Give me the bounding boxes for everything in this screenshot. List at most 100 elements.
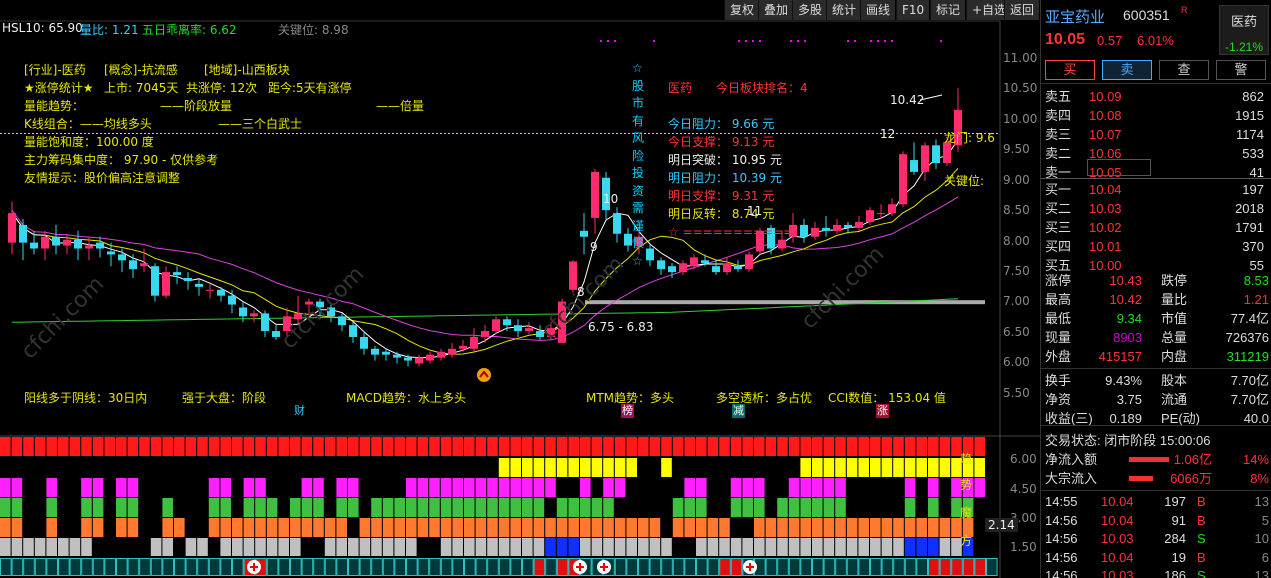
- candle-body[interactable]: [943, 142, 951, 163]
- candle-body[interactable]: [404, 357, 412, 361]
- restore-rights-button[interactable]: 复权: [724, 0, 760, 20]
- tick-row[interactable]: 14:55 10.04 197 B 13: [1041, 492, 1271, 511]
- candle-body[interactable]: [723, 263, 731, 273]
- candle-body[interactable]: [910, 160, 918, 172]
- back-button[interactable]: 返回: [1004, 0, 1040, 20]
- candle-body[interactable]: [701, 260, 709, 264]
- bid-level-row[interactable]: 买二 10.03 2018: [1041, 199, 1271, 218]
- candle-body[interactable]: [679, 263, 687, 273]
- candle-body[interactable]: [624, 233, 632, 246]
- candle-body[interactable]: [888, 204, 896, 214]
- rise-tag[interactable]: 涨: [876, 404, 889, 418]
- candle-body[interactable]: [646, 248, 654, 261]
- ask-level-row[interactable]: 卖五 10.09 862: [1041, 87, 1271, 106]
- candle-body[interactable]: [844, 224, 852, 228]
- candle-body[interactable]: [151, 266, 159, 296]
- candle-body[interactable]: [162, 272, 170, 296]
- query-button[interactable]: 查: [1159, 60, 1209, 80]
- reduce-tag[interactable]: 减: [732, 404, 745, 418]
- candle-body[interactable]: [360, 336, 368, 349]
- candle-body[interactable]: [74, 239, 82, 249]
- candle-body[interactable]: [800, 224, 808, 237]
- candle-body[interactable]: [932, 145, 940, 163]
- candle-body[interactable]: [921, 145, 929, 172]
- candle-body[interactable]: [349, 325, 357, 337]
- stat-row[interactable]: 外盘 415157 内盘 311219: [1041, 347, 1271, 366]
- candle-body[interactable]: [140, 263, 148, 267]
- stat-row[interactable]: 现量 8903 总量 726376: [1041, 328, 1271, 347]
- bid-level-row[interactable]: 买三 10.02 1791: [1041, 218, 1271, 237]
- candle-body[interactable]: [492, 319, 500, 332]
- candle-body[interactable]: [866, 210, 874, 222]
- f10-button[interactable]: F10: [896, 0, 930, 20]
- candle-body[interactable]: [19, 224, 27, 243]
- tick-row[interactable]: 14:56 10.03 186 S 13: [1041, 566, 1271, 578]
- buy-button[interactable]: 买: [1045, 60, 1095, 80]
- candle-body[interactable]: [63, 239, 71, 246]
- candle-body[interactable]: [459, 345, 467, 349]
- candle-body[interactable]: [41, 236, 49, 249]
- tick-row[interactable]: 14:56 10.04 91 B 5: [1041, 511, 1271, 530]
- buy-signal-badge[interactable]: [477, 368, 491, 382]
- finance-tag[interactable]: 财: [294, 404, 305, 418]
- candle-body[interactable]: [855, 221, 863, 228]
- kline-chart-pane[interactable]: cfchi.com cfchi.com cfchi.com cfchi.com 复权 …: [0, 0, 1040, 578]
- draw-line-button[interactable]: 画线: [860, 0, 896, 20]
- candle-body[interactable]: [228, 295, 236, 305]
- candle-body[interactable]: [382, 351, 390, 355]
- candle-body[interactable]: [822, 227, 830, 231]
- candle-body[interactable]: [96, 242, 104, 249]
- ask-level-row[interactable]: 卖二 10.06 533: [1041, 144, 1271, 163]
- overlay-button[interactable]: 叠加: [758, 0, 794, 20]
- stat-row[interactable]: 换手 9.43% 股本 7.70亿: [1041, 371, 1271, 390]
- candle-body[interactable]: [217, 289, 225, 296]
- candle-body[interactable]: [613, 213, 621, 234]
- candle-body[interactable]: [118, 254, 126, 261]
- candle-body[interactable]: [734, 266, 742, 270]
- candle-body[interactable]: [668, 266, 676, 273]
- candle-body[interactable]: [657, 260, 665, 270]
- stat-row[interactable]: 涨停 10.43 跌停 8.53: [1041, 271, 1271, 290]
- candle-body[interactable]: [437, 351, 445, 358]
- stat-row[interactable]: 最高 10.42 量比 1.21: [1041, 290, 1271, 309]
- candle-body[interactable]: [206, 289, 214, 291]
- candle-body[interactable]: [338, 316, 346, 326]
- candle-body[interactable]: [514, 325, 522, 332]
- multi-stock-button[interactable]: 多股: [792, 0, 828, 20]
- ask-level-row[interactable]: 卖四 10.08 1915: [1041, 106, 1271, 125]
- bid-level-row[interactable]: 买一 10.04 197: [1041, 180, 1271, 199]
- candle-body[interactable]: [415, 357, 423, 364]
- candle-body[interactable]: [690, 257, 698, 267]
- stat-row[interactable]: 净资 3.75 流通 7.70亿: [1041, 390, 1271, 409]
- candle-body[interactable]: [712, 266, 720, 273]
- candle-body[interactable]: [833, 224, 841, 231]
- candle-body[interactable]: [393, 354, 401, 358]
- mark-button[interactable]: 标记: [930, 0, 966, 20]
- candle-body[interactable]: [239, 307, 247, 317]
- candle-body[interactable]: [481, 331, 489, 337]
- candle-body[interactable]: [173, 272, 181, 276]
- statistics-button[interactable]: 统计: [826, 0, 862, 20]
- candle-body[interactable]: [811, 227, 819, 237]
- candle-body[interactable]: [448, 348, 456, 355]
- money-flow-row[interactable]: 大宗流入 6066万 8%: [1041, 469, 1271, 488]
- candle-body[interactable]: [525, 328, 533, 332]
- candle-body[interactable]: [30, 242, 38, 249]
- candle-body[interactable]: [107, 251, 115, 255]
- ask-level-row[interactable]: 卖三 10.07 1174: [1041, 125, 1271, 144]
- candle-body[interactable]: [503, 319, 511, 326]
- candle-body[interactable]: [85, 245, 93, 249]
- stat-row[interactable]: 最低 9.34 市值 77.4亿: [1041, 309, 1271, 328]
- list-tag[interactable]: 榜: [621, 404, 634, 418]
- candle-body[interactable]: [261, 313, 269, 332]
- candle-body[interactable]: [195, 283, 203, 287]
- candle-body[interactable]: [778, 239, 786, 249]
- candle-body[interactable]: [745, 254, 753, 270]
- candle-body[interactable]: [569, 261, 577, 290]
- candle-body[interactable]: [8, 213, 16, 243]
- tick-row[interactable]: 14:56 10.03 284 S 10: [1041, 529, 1271, 548]
- sell-button[interactable]: 卖: [1102, 60, 1152, 80]
- candle-body[interactable]: [184, 278, 192, 281]
- candle-body[interactable]: [470, 336, 478, 349]
- candle-body[interactable]: [371, 348, 379, 355]
